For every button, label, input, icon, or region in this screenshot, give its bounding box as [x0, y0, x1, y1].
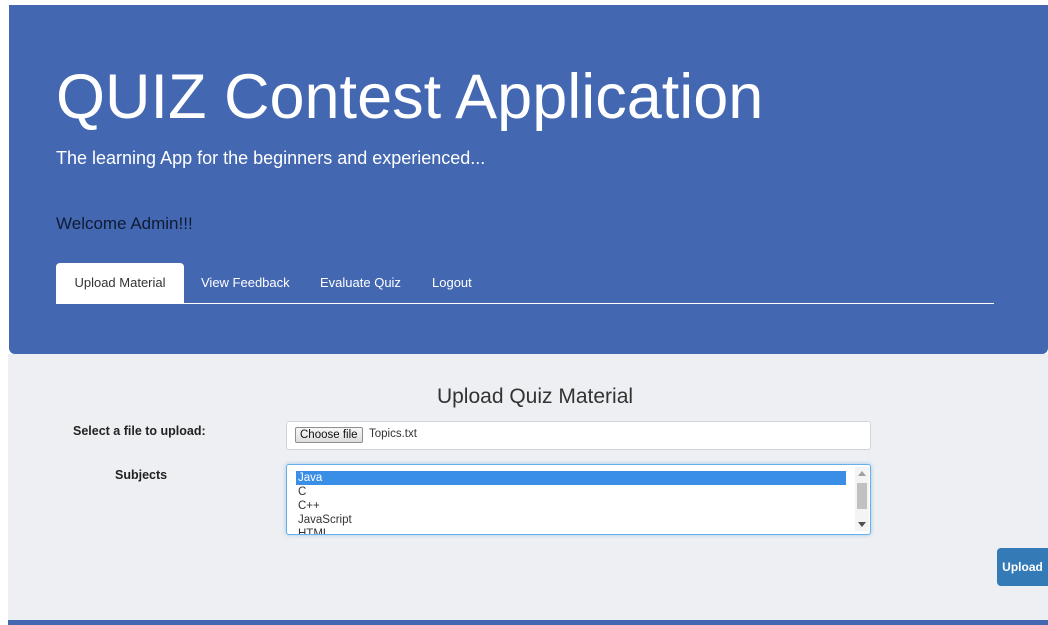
choose-file-button[interactable]: Choose file	[295, 427, 363, 443]
subject-option-java[interactable]: Java	[296, 471, 846, 485]
file-input[interactable]: Choose file Topics.txt	[286, 421, 871, 450]
tab-logout[interactable]: Logout	[432, 263, 472, 303]
tab-view-feedback[interactable]: View Feedback	[201, 263, 290, 303]
footer-bar	[8, 620, 1048, 625]
nav-tabs: Upload Material View Feedback Evaluate Q…	[56, 263, 994, 304]
subject-option-html[interactable]: HTML	[296, 527, 846, 534]
scroll-down-arrow-icon[interactable]	[858, 522, 866, 527]
scroll-thumb[interactable]	[857, 483, 867, 509]
app-title: QUIZ Contest Application	[56, 62, 764, 132]
app-subtitle: The learning App for the beginners and e…	[56, 148, 486, 168]
subject-option-c[interactable]: C	[296, 485, 846, 499]
scroll-up-arrow-icon[interactable]	[858, 471, 866, 476]
tab-upload-material[interactable]: Upload Material	[56, 263, 184, 304]
selected-file-name: Topics.txt	[369, 428, 417, 440]
tab-evaluate-quiz[interactable]: Evaluate Quiz	[320, 263, 401, 303]
section-title: Upload Quiz Material	[436, 385, 634, 408]
listbox-scrollbar[interactable]	[855, 467, 869, 531]
upload-button[interactable]: Upload	[997, 548, 1048, 586]
subject-option-javascript[interactable]: JavaScript	[296, 513, 846, 527]
welcome-message: Welcome Admin!!!	[56, 214, 193, 233]
subjects-label: Subjects	[115, 468, 168, 482]
subjects-listbox[interactable]: Java C C++ JavaScript HTML	[286, 464, 871, 535]
file-upload-label: Select a file to upload:	[73, 424, 206, 438]
subject-option-cpp[interactable]: C++	[296, 499, 846, 513]
